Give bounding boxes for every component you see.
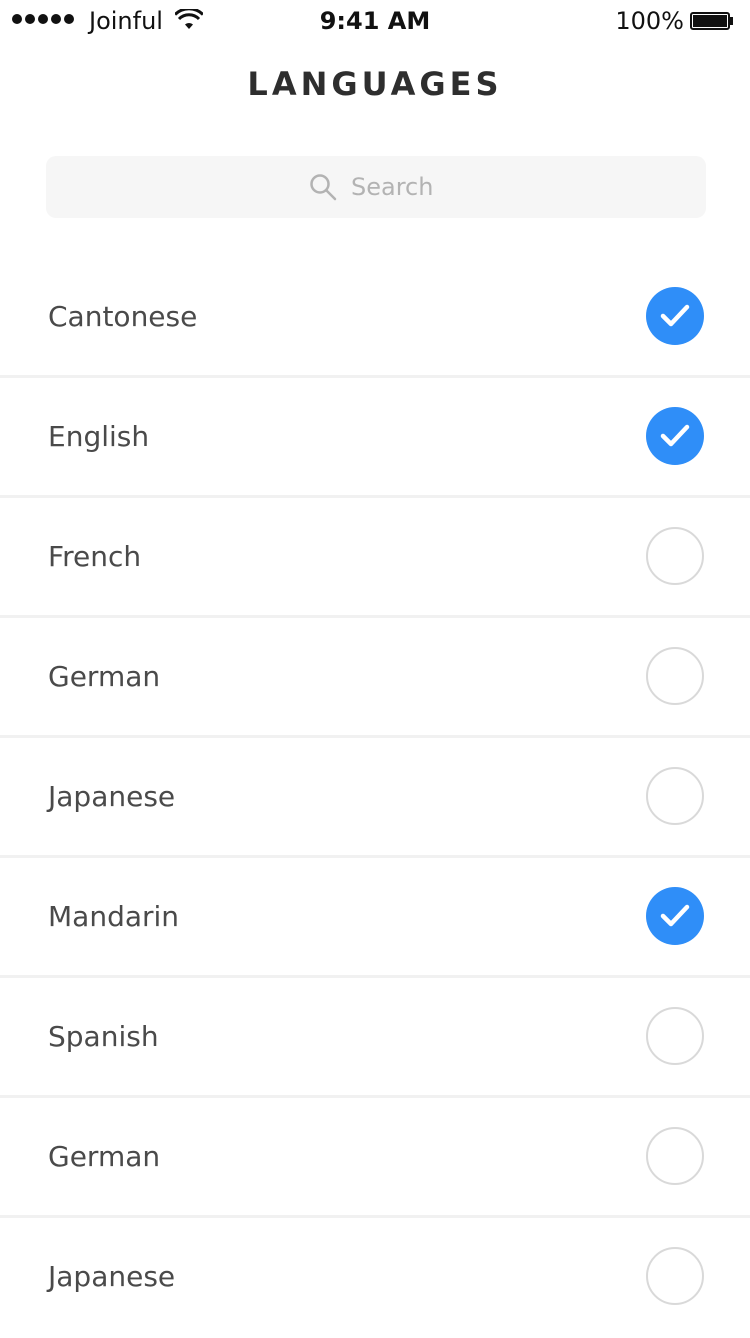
empty-circle-icon[interactable] [646, 1127, 704, 1185]
checkmark-selected-icon[interactable] [646, 407, 704, 465]
language-row[interactable]: German [0, 1098, 750, 1218]
battery-icon [690, 12, 733, 30]
search-icon [310, 174, 337, 201]
empty-circle-icon[interactable] [646, 1007, 704, 1065]
empty-circle-icon[interactable] [646, 647, 704, 705]
language-label: Spanish [48, 1020, 159, 1053]
search-input[interactable] [351, 173, 443, 201]
language-row[interactable]: Mandarin [0, 858, 750, 978]
language-label: Japanese [48, 1260, 176, 1293]
language-label: French [48, 540, 142, 573]
checkmark-selected-icon[interactable] [646, 287, 704, 345]
battery-percentage: 100% [615, 7, 684, 35]
language-label: German [48, 1140, 161, 1173]
language-label: German [48, 660, 161, 693]
empty-circle-icon[interactable] [646, 1247, 704, 1305]
language-list: Cantonese English French German Japanese Mand… [0, 258, 750, 1338]
language-label: Japanese [48, 780, 176, 813]
language-row[interactable]: English [0, 378, 750, 498]
status-bar: Joinful 9:41 AM 100% [0, 0, 750, 40]
checkmark-selected-icon[interactable] [646, 887, 704, 945]
language-row[interactable]: Spanish [0, 978, 750, 1098]
language-row[interactable]: Japanese [0, 738, 750, 858]
search-bar[interactable] [46, 156, 706, 218]
language-row[interactable]: German [0, 618, 750, 738]
language-label: Cantonese [48, 300, 198, 333]
page-title: LANGUAGES [247, 65, 503, 103]
empty-circle-icon[interactable] [646, 767, 704, 825]
empty-circle-icon[interactable] [646, 527, 704, 585]
language-row[interactable]: French [0, 498, 750, 618]
language-label: English [48, 420, 150, 453]
language-row[interactable]: Cantonese [0, 258, 750, 378]
language-row[interactable]: Japanese [0, 1218, 750, 1338]
language-label: Mandarin [48, 900, 180, 933]
